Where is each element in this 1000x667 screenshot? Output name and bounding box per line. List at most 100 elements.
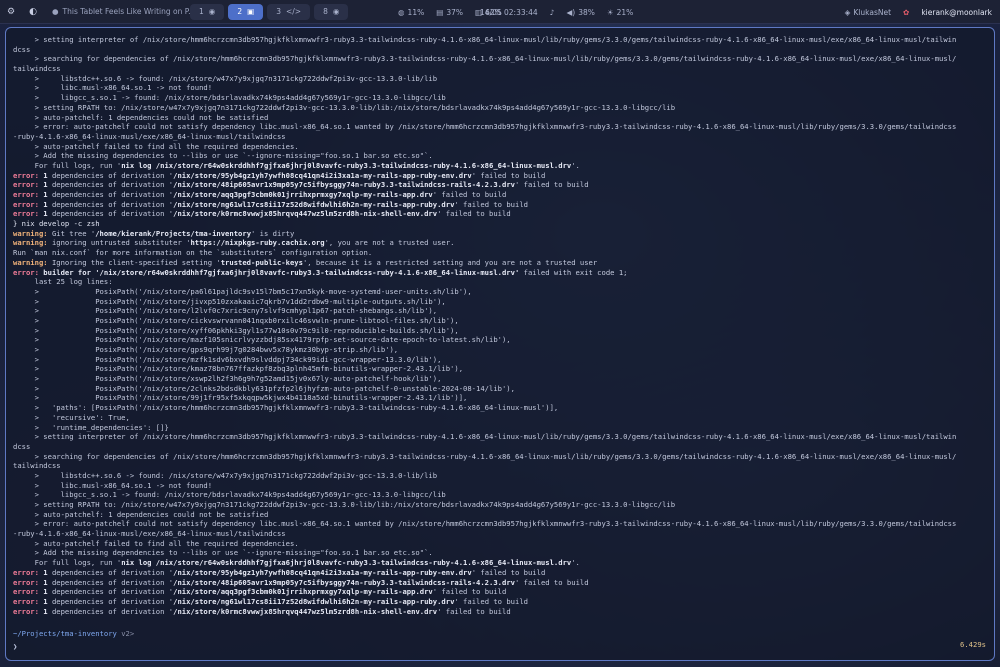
prompt-branch: v2> <box>121 629 135 638</box>
terminal-line: -ruby-4.1.6-x86_64-linux-musl/exe/x86_64… <box>13 529 988 539</box>
brightness-stat[interactable]: ☀ 21% <box>607 8 633 17</box>
tray-icon[interactable]: ✿ <box>903 8 909 17</box>
terminal-line: > searching for dependencies of /nix/sto… <box>13 452 988 462</box>
terminal-line-segment: > error: auto-patchelf could not satisfy… <box>13 122 957 132</box>
volume-stat[interactable]: ◀) 38% <box>566 8 594 17</box>
terminal-line: error: 1 dependencies of derivation '/ni… <box>13 578 988 588</box>
cpu-stat: ◍ 11% <box>398 7 425 17</box>
workspace-8[interactable]: 8 ◉ <box>314 3 349 20</box>
terminal-line: > PosixPath('/nix/store/2clnks2bdsdkbly6… <box>13 384 988 394</box>
gear-icon[interactable]: ⚙ <box>0 0 22 24</box>
terminal-line-segment: dependencies of derivation ' <box>47 190 174 199</box>
terminal-line-segment: > PosixPath('/nix/store/jivxp510zxakaaic… <box>13 296 446 306</box>
terminal-line-segment: ' failed to build <box>454 596 528 606</box>
terminal-line: > PosixPath('/nix/store/xyff06pkhki3gyl1… <box>13 326 988 336</box>
terminal-window[interactable]: > setting interpreter of /nix/store/hmm6… <box>5 27 995 661</box>
terminal-line: > auto-patchelf: 1 dependencies could no… <box>13 113 988 123</box>
terminal-line-segment: dependencies of derivation ' <box>47 170 174 180</box>
terminal-line-segment: ' failed to build <box>437 606 511 616</box>
terminal-line: error: 1 dependencies of derivation '/ni… <box>13 587 988 597</box>
terminal-line-segment: /nix/store/aqq3pgf3cbm0k01jrrihxprmxgy7x… <box>173 587 433 597</box>
workspace-3[interactable]: 3 </> <box>267 3 311 20</box>
workspace-1[interactable]: 1 ◉ <box>190 3 225 20</box>
terminal-line-segment: error: <box>13 587 39 597</box>
terminal-line: dcss <box>13 45 988 55</box>
terminal-line-segment: ' failed to build <box>454 199 528 209</box>
terminal-line: > libgcc_s.so.1 -> found: /nix/store/bds… <box>13 93 988 103</box>
terminal-line-segment: /nix/store/k0rmc8vwwjx85hrqvq447wz5lm5zr… <box>173 606 438 616</box>
terminal-line-segment: dcss <box>13 441 31 451</box>
terminal-line-segment: Ignoring the client-specified setting ' <box>47 257 221 267</box>
terminal-line: > error: auto-patchelf could not satisfy… <box>13 122 988 132</box>
terminal-line-segment: warning: <box>13 257 48 267</box>
terminal-line-segment: > PosixPath('/nix/store/mazf105snicrlvyz… <box>13 335 511 345</box>
terminal-line-segment: ' failed to build <box>514 180 589 190</box>
terminal-line: > setting interpreter of /nix/store/hmm6… <box>13 35 988 45</box>
cpu-icon: ◍ <box>398 7 405 17</box>
terminal-line: > PosixPath('/nix/store/mzfk1sdv6bxvdh9s… <box>13 355 988 365</box>
terminal-line-segment: > Add the missing dependencies to --libs… <box>13 151 433 161</box>
terminal-line-segment: error: <box>13 209 39 219</box>
terminal-line: error: 1 dependencies of derivation '/ni… <box>13 607 988 617</box>
focused-window-title[interactable]: ● This Tablet Feels Like Writing on P... <box>44 7 190 16</box>
browser-icon: ● <box>52 7 59 16</box>
shell-prompt: ~/Projects/tma-inventory v2> ❯ <box>13 629 988 651</box>
terminal-line: > PosixPath('/nix/store/gps9qrh99j7g0284… <box>13 345 988 355</box>
terminal-line-segment: last 25 log lines: <box>13 277 113 287</box>
terminal-line-segment: /nix/store/ng61wl17cs8ii17z52d8wifdwlhi6… <box>173 596 455 606</box>
terminal-line-segment: ', because it is a restricted setting an… <box>302 257 598 267</box>
terminal-line: > auto-patchelf failed to find all the r… <box>13 539 988 549</box>
terminal-line-segment: /nix/store/95yb4gz1yh7ywfh08cq41qn4i2i3x… <box>173 170 472 180</box>
music-control[interactable]: ♪ <box>550 8 555 17</box>
terminal-line-segment: /nix/store/48ip605avr1x9mp05y7c5ifbysggy… <box>173 577 515 587</box>
terminal-line: warning: ignoring untrusted substituter … <box>13 238 988 248</box>
terminal-line-segment: error: <box>13 199 39 209</box>
terminal-line-segment: https://nixpkgs-ruby.cachix.org <box>190 238 325 248</box>
terminal-line-segment: builder for '/nix/store/r64w0skrddhhf7gj… <box>43 267 520 277</box>
terminal-line-segment: error: <box>13 596 39 606</box>
terminal-line-segment: > PosixPath('/nix/store/pa6l61pajldc9sv1… <box>13 286 472 296</box>
terminal-line-segment: -ruby-4.1.6-x86_64-linux-musl/exe/x86_64… <box>13 131 286 141</box>
terminal-line-segment: warning: <box>13 238 48 248</box>
terminal-line-segment: dependencies of derivation ' <box>47 587 174 597</box>
terminal-icon: ▣ <box>247 7 255 16</box>
terminal-line: > PosixPath('/nix/store/pa6l61pajldc9sv1… <box>13 287 988 297</box>
terminal-line-segment: > PosixPath('/nix/store/kmaz78bn767ffazk… <box>13 364 464 374</box>
volume-icon: ◀) <box>566 7 576 17</box>
terminal-line: > PosixPath('/nix/store/l2lvf0c7xric9cny… <box>13 306 988 316</box>
terminal-line-segment: > auto-patchelf failed to find all the r… <box>13 538 299 548</box>
terminal-line-segment: > auto-patchelf failed to find all the r… <box>13 141 299 151</box>
terminal-line-segment: > auto-patchelf: 1 dependencies could no… <box>13 112 269 122</box>
app-icon: ◐ <box>29 6 37 17</box>
terminal-line-segment: /nix/store/aqq3pgf3cbm0k01jrrihxprmxgy7x… <box>173 190 433 199</box>
terminal-line: > PosixPath('/nix/store/mazf105snicrlvyz… <box>13 335 988 345</box>
prompt-input-line[interactable]: ❯ <box>13 642 988 652</box>
terminal-line-segment: > 'paths': [PosixPath('/nix/store/hmm6hc… <box>13 403 559 413</box>
terminal-line: > auto-patchelf failed to find all the r… <box>13 142 988 152</box>
wifi-icon: ◈ <box>844 7 851 17</box>
terminal-line: warning: Git tree '/home/kierank/Project… <box>13 229 988 239</box>
terminal-line-segment: dependencies of derivation ' <box>47 577 174 587</box>
clock[interactable]: 14/05 02:33:44 <box>480 8 538 17</box>
workspace-2[interactable]: 2 ▣ <box>228 3 264 20</box>
terminal-line-segment: /nix/store/ng61wl17cs8ii17z52d8wifdwlhi6… <box>173 199 455 209</box>
network-stat[interactable]: ◈ KlukasNet <box>845 8 891 17</box>
terminal-line: > libstdc++.so.6 -> found: /nix/store/w4… <box>13 74 988 84</box>
terminal-line-segment: > Add the missing dependencies to --libs… <box>13 548 433 558</box>
terminal-line: tailwindcss <box>13 461 988 471</box>
terminal-line-segment: nix log /nix/store/r64w0skrddhhf7gjfxa6j… <box>121 558 572 568</box>
terminal-line-segment: > libc.musl-x86_64.so.1 -> not found! <box>13 83 213 93</box>
terminal-line-segment: /nix/store/k0rmc8vwwjx85hrqvq447wz5lm5zr… <box>173 209 438 219</box>
memory-stat: ▤ 37% <box>436 7 463 17</box>
terminal-line-segment: trusted-public-keys <box>220 257 303 267</box>
terminal-line-segment: error: <box>13 180 39 190</box>
user-name: kierank@moonlark <box>921 7 992 17</box>
terminal-line-segment: > PosixPath('/nix/store/mzfk1sdv6bxvdh9s… <box>13 354 442 364</box>
terminal-line-segment: error: <box>13 606 39 616</box>
terminal-line-segment: > setting interpreter of /nix/store/hmm6… <box>13 432 957 442</box>
terminal-line-segment: > searching for dependencies of /nix/sto… <box>13 451 957 461</box>
terminal-line-segment: > searching for dependencies of /nix/sto… <box>13 54 957 64</box>
terminal-line: > setting interpreter of /nix/store/hmm6… <box>13 432 988 442</box>
terminal-line: > setting RPATH to: /nix/store/w47x7y9xj… <box>13 103 988 113</box>
terminal-line-segment: error: <box>13 567 39 577</box>
